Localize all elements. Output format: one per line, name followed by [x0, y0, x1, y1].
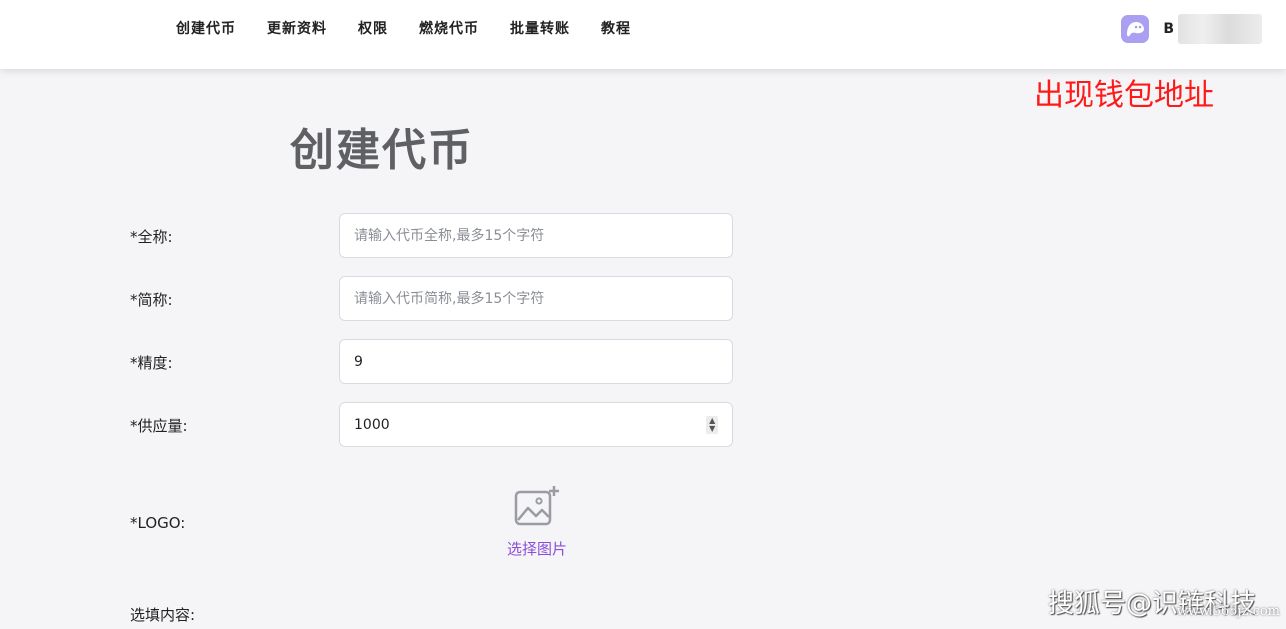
supply-label: *供应量:: [130, 417, 188, 435]
nav-permissions[interactable]: 权限: [358, 18, 388, 40]
nav-tutorial[interactable]: 教程: [601, 18, 631, 40]
short-name-label: *简称:: [130, 291, 173, 309]
optional-content-label: 选填内容:: [130, 606, 196, 624]
supply-input[interactable]: [354, 403, 707, 446]
main-nav: 创建代币 更新资料 权限 燃烧代币 批量转账 教程: [176, 18, 662, 40]
number-stepper[interactable]: ▲ ▼: [706, 415, 718, 434]
full-name-field: [339, 213, 733, 258]
decimals-input[interactable]: [354, 340, 718, 383]
annotation-text: 出现钱包地址: [1034, 78, 1214, 113]
full-name-input[interactable]: [354, 214, 718, 257]
nav-batch-transfer[interactable]: 批量转账: [510, 18, 570, 40]
short-name-input[interactable]: [354, 277, 718, 320]
short-name-field: [339, 276, 733, 321]
watermark-url: www.565jz.com: [1176, 604, 1280, 619]
logo-label: *LOGO:: [130, 514, 186, 532]
decimals-label: *精度:: [130, 354, 173, 372]
nav-create-token[interactable]: 创建代币: [176, 18, 236, 40]
logo-upload-button[interactable]: 选择图片: [498, 484, 576, 559]
decimals-field: [339, 339, 733, 384]
full-name-label: *全称:: [130, 228, 173, 246]
add-image-icon: [514, 486, 559, 526]
page-title: 创建代币: [290, 125, 474, 176]
supply-field: ▲ ▼: [339, 402, 733, 447]
wallet-address: B: [1163, 21, 1174, 37]
nav-update-info[interactable]: 更新资料: [267, 18, 327, 40]
blurred-address: [1178, 14, 1262, 44]
wallet-button[interactable]: B: [1121, 14, 1262, 44]
logo-upload-label: 选择图片: [506, 540, 567, 558]
stepper-down-icon[interactable]: ▼: [709, 424, 715, 433]
phantom-wallet-icon: [1121, 15, 1150, 43]
top-nav-bar: 创建代币 更新资料 权限 燃烧代币 批量转账 教程 B: [0, 0, 1286, 69]
nav-burn-token[interactable]: 燃烧代币: [419, 18, 479, 40]
